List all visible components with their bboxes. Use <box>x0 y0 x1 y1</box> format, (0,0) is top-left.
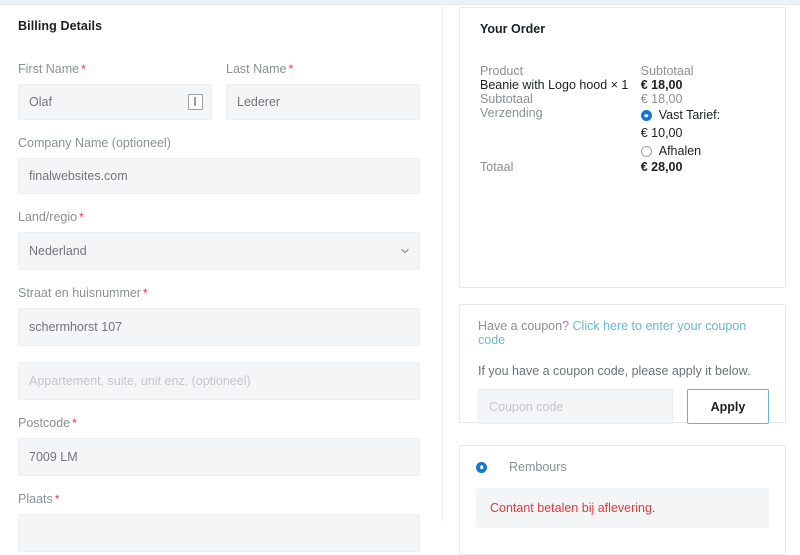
billing-details-title: Billing Details <box>18 19 103 33</box>
name-row: First Name * Olaf Last Name * Lederer <box>18 62 420 136</box>
city-label-text: Plaats <box>18 492 53 506</box>
chevron-down-icon <box>401 248 409 254</box>
field-company-name: Company Name (optioneel) finalwebsites.c… <box>18 136 420 194</box>
shipping-option-pickup-label: Afhalen <box>658 144 702 158</box>
apply-coupon-button[interactable]: Apply <box>687 389 769 424</box>
field-first-name: First Name * Olaf <box>18 62 212 120</box>
city-label: Plaats * <box>18 492 420 507</box>
checkout-page: Billing Details First Name * Olaf Last Na… <box>0 0 800 555</box>
company-name-input[interactable]: finalwebsites.com <box>18 158 420 194</box>
coupon-card: Have a coupon? Click here to enter your … <box>459 304 786 424</box>
field-country-region: Land/regio * Nederland <box>18 210 420 270</box>
coupon-form-row: Coupon code Apply <box>478 389 769 424</box>
radio-pickup-icon[interactable] <box>640 146 652 157</box>
payment-method-note: Contant betalen bij aflevering. <box>476 488 769 528</box>
radio-rembours-icon[interactable] <box>476 461 487 473</box>
address-line-2-input[interactable]: Appartement, suite, unit enz. (optioneel… <box>18 362 420 400</box>
street-address-label: Straat en huisnummer * <box>18 286 420 301</box>
order-shipping-options: Vast Tarief: € 10,00 Afhalen <box>640 106 767 160</box>
last-name-required-mark: * <box>288 62 294 76</box>
billing-details-column: Billing Details First Name * Olaf Last Na… <box>0 5 443 552</box>
postcode-value: 7009 LM <box>29 450 78 464</box>
first-name-label-text: First Name <box>18 62 80 76</box>
coupon-prompt: Have a coupon? Click here to enter your … <box>478 319 769 347</box>
order-subtotal-amount: € 18,00 <box>640 92 683 106</box>
last-name-label-text: Last Name <box>226 62 287 76</box>
order-total-row: Totaal € 28,00 <box>480 160 767 174</box>
shipping-option-flat-rate[interactable]: Vast Tarief: <box>640 106 767 124</box>
order-line-item-row: Beanie with Logo hood × 1 € 18,00 <box>480 78 767 92</box>
last-name-input[interactable]: Lederer <box>226 84 420 120</box>
order-total-label: Totaal <box>480 160 514 174</box>
order-total-amount: € 28,00 <box>640 160 683 174</box>
payment-method-rembours-label: Rembours <box>509 460 567 474</box>
coupon-prompt-prefix: Have a coupon? <box>478 319 573 333</box>
field-last-name: Last Name * Lederer <box>226 62 420 120</box>
city-input[interactable] <box>18 514 420 552</box>
payment-method-rembours[interactable]: Rembours <box>476 460 769 474</box>
street-address-label-text: Straat en huisnummer <box>18 286 141 300</box>
postcode-required-mark: * <box>72 416 77 430</box>
line-item-amount: € 18,00 <box>640 78 683 92</box>
order-column: Your Order Product Subtotaal Beanie with… <box>444 5 800 555</box>
order-table-header-row: Product Subtotaal <box>480 64 767 78</box>
order-header-product: Product <box>480 64 524 78</box>
country-region-value: Nederland <box>29 244 87 258</box>
coupon-code-input[interactable]: Coupon code <box>478 389 673 424</box>
first-name-value: Olaf <box>29 95 52 109</box>
address-line-2-placeholder: Appartement, suite, unit enz. (optioneel… <box>29 374 251 388</box>
country-region-required-mark: * <box>79 210 84 224</box>
order-shipping-label: Verzending <box>480 106 543 120</box>
autofill-icon[interactable] <box>188 94 203 110</box>
shipping-option-pickup[interactable]: Afhalen <box>640 142 767 160</box>
shipping-option-flat-rate-price: € 10,00 <box>640 126 683 140</box>
company-name-value: finalwebsites.com <box>29 169 128 183</box>
shipping-option-flat-rate-label: Vast Tarief: <box>658 108 721 122</box>
order-subtotal-row: Subtotaal € 18,00 <box>480 92 767 106</box>
postcode-input[interactable]: 7009 LM <box>18 438 420 476</box>
field-street-address: Straat en huisnummer * schermhorst 107 <box>18 286 420 346</box>
country-region-select[interactable]: Nederland <box>18 232 420 270</box>
country-region-label: Land/regio * <box>18 210 420 225</box>
line-item-name: Beanie with Logo hood × 1 <box>480 78 629 92</box>
first-name-label: First Name * <box>18 62 212 77</box>
radio-flat-rate-icon[interactable] <box>640 110 652 121</box>
city-required-mark: * <box>54 492 60 506</box>
street-address-required-mark: * <box>142 286 148 300</box>
order-header-subtotal: Subtotaal <box>640 64 694 78</box>
coupon-help-text: If you have a coupon code, please apply … <box>478 364 751 378</box>
first-name-input[interactable]: Olaf <box>18 84 212 120</box>
your-order-title: Your Order <box>480 22 546 36</box>
field-postcode: Postcode * 7009 LM <box>18 416 420 476</box>
field-city: Plaats * <box>18 492 420 552</box>
last-name-label: Last Name * <box>226 62 420 77</box>
company-name-label: Company Name (optioneel) <box>18 136 171 150</box>
field-address-line-2: Appartement, suite, unit enz. (optioneel… <box>18 362 420 400</box>
order-summary-table: Product Subtotaal Beanie with Logo hood … <box>480 64 767 174</box>
payment-methods-card: Rembours Contant betalen bij aflevering. <box>459 445 786 555</box>
postcode-label: Postcode * <box>18 416 420 431</box>
your-order-card: Your Order Product Subtotaal Beanie with… <box>459 7 786 288</box>
coupon-code-placeholder: Coupon code <box>489 399 564 414</box>
street-address-value: schermhorst 107 <box>29 320 123 334</box>
first-name-required-mark: * <box>81 62 86 76</box>
last-name-value: Lederer <box>237 95 281 109</box>
country-region-label-text: Land/regio <box>18 210 78 224</box>
order-shipping-row: Verzending Vast Tarief: € 10,00 Afhalen <box>480 106 767 160</box>
postcode-label-text: Postcode <box>18 416 71 430</box>
street-address-input[interactable]: schermhorst 107 <box>18 308 420 346</box>
order-subtotal-label: Subtotaal <box>480 92 533 106</box>
